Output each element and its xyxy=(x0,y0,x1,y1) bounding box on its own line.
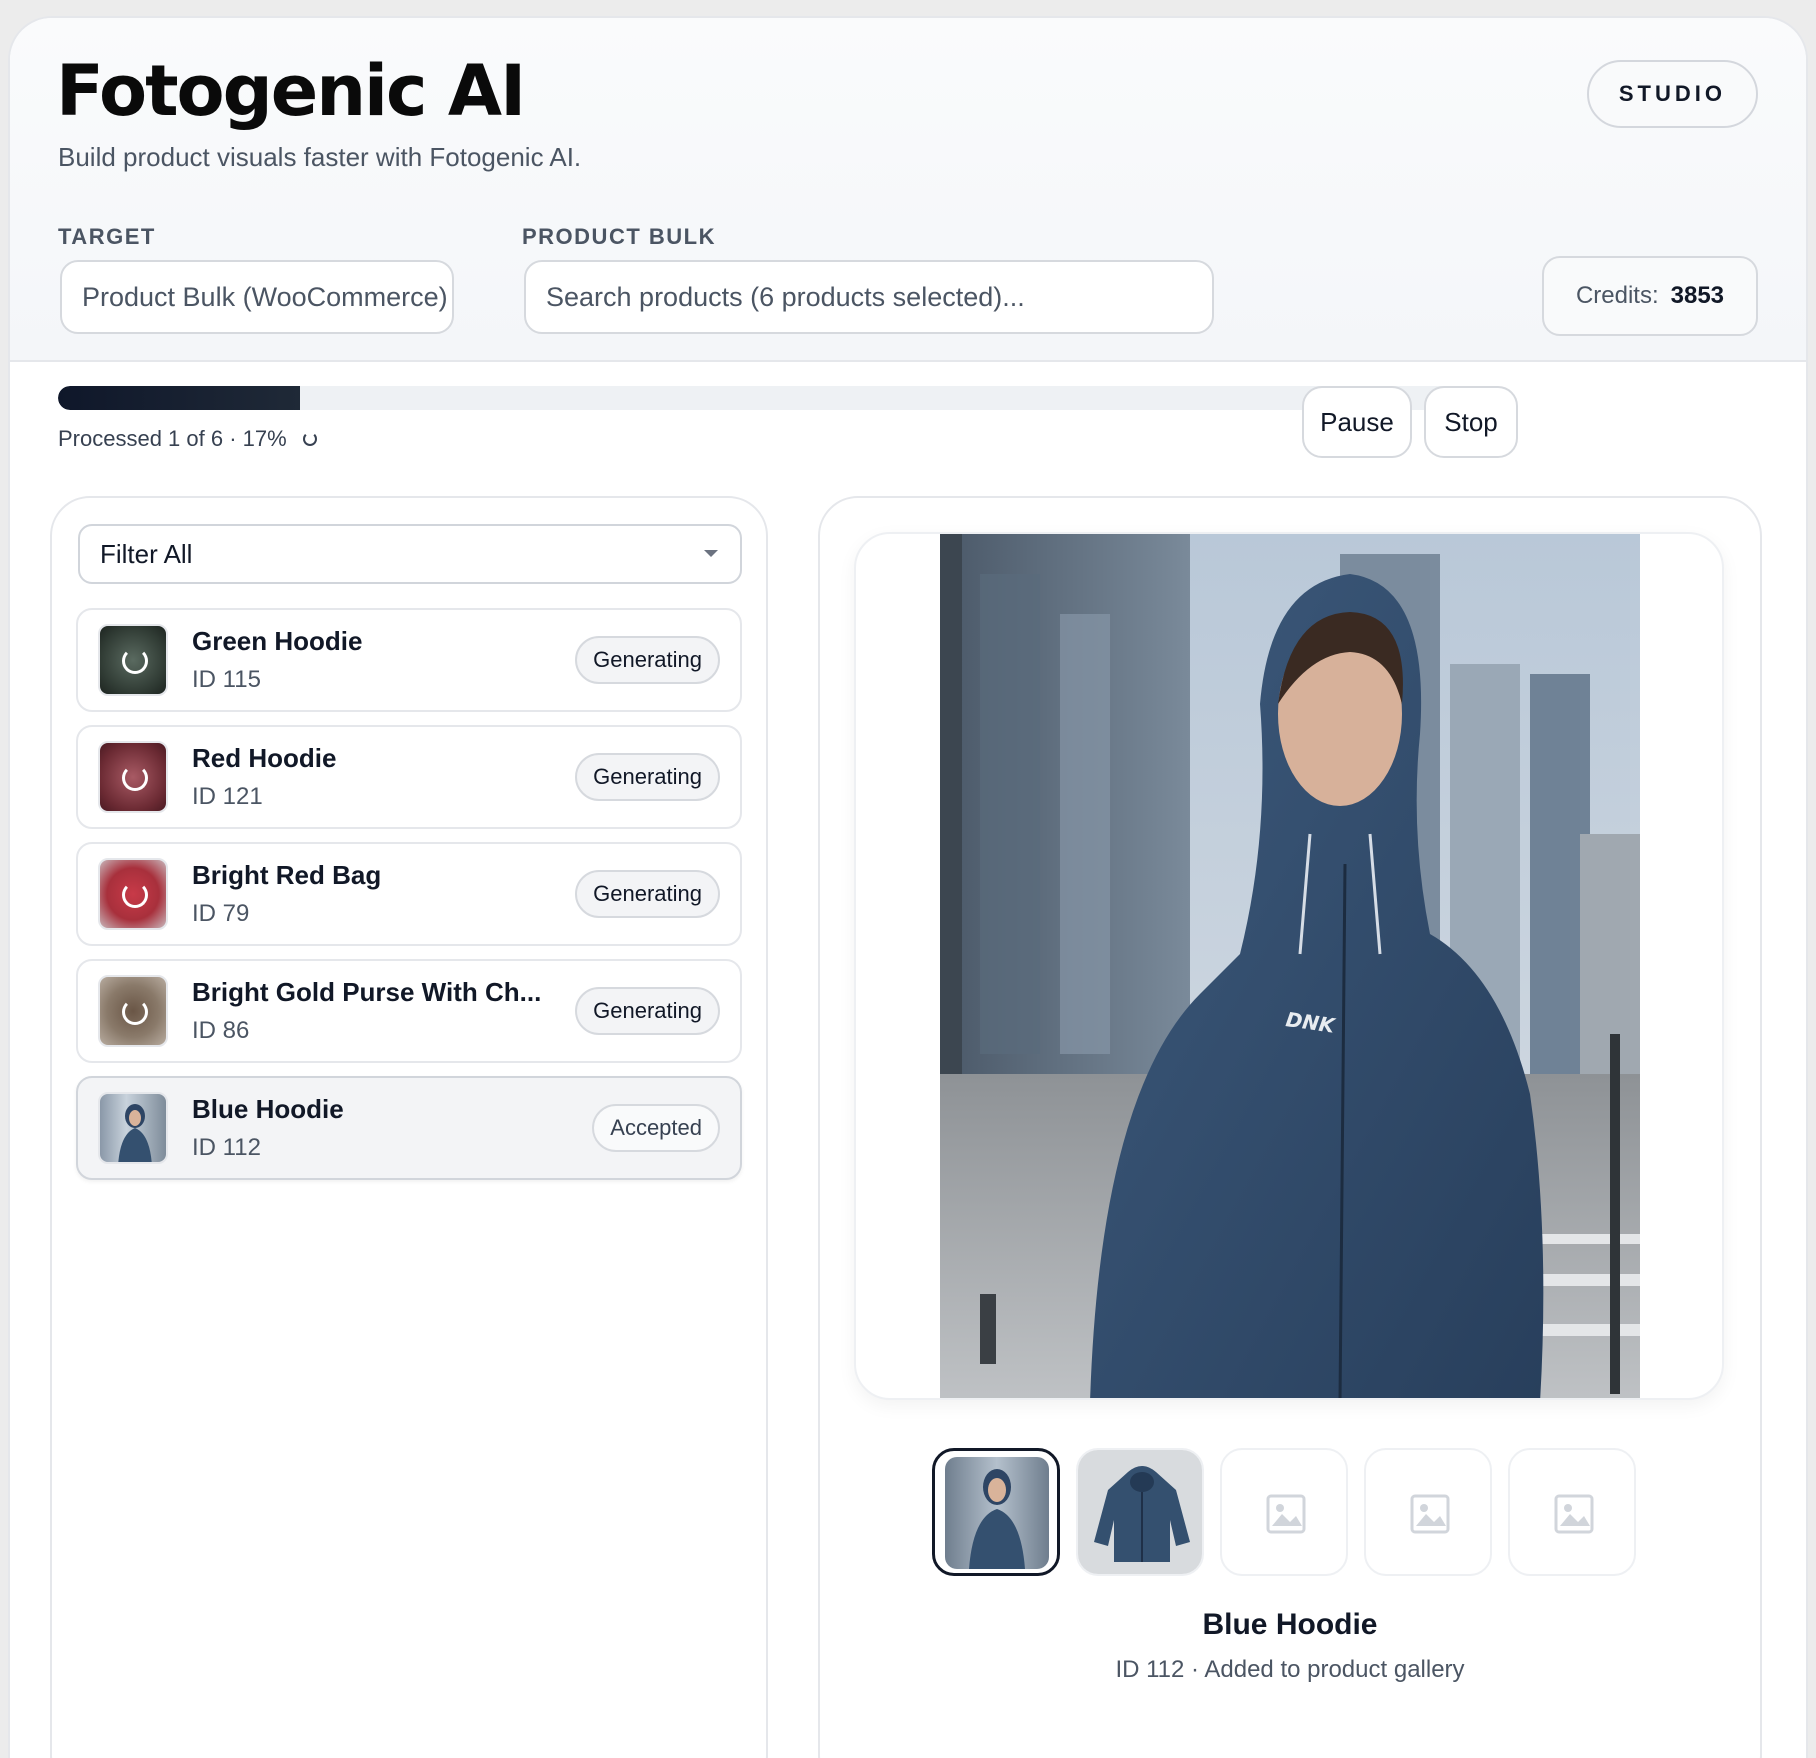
gallery-thumbnail-empty[interactable] xyxy=(1508,1448,1636,1576)
loading-spinner-icon xyxy=(122,999,148,1025)
studio-mode-button[interactable]: STUDIO xyxy=(1586,60,1758,128)
hoodie-model-image xyxy=(969,1469,1025,1569)
status-badge: Generating xyxy=(575,987,720,1035)
progress-status: Processed 1 of 6 · 17% xyxy=(58,426,317,452)
target-value: Product Bulk (WooCommerce) xyxy=(82,281,448,312)
gallery-thumbnail-empty[interactable] xyxy=(1364,1448,1492,1576)
product-id: ID 115 xyxy=(192,666,261,693)
target-select[interactable]: Product Bulk (WooCommerce) xyxy=(60,260,454,334)
product-item[interactable]: Red Hoodie ID 121 Generating xyxy=(76,725,742,829)
credits-label: Credits: xyxy=(1575,282,1659,309)
status-badge: Generating xyxy=(575,870,720,918)
detail-product-subtitle: ID 112 · Added to product gallery xyxy=(1115,1656,1465,1683)
hoodie-model-image xyxy=(118,1104,152,1162)
product-item-selected[interactable]: Blue Hoodie ID 112 Accepted xyxy=(76,1076,742,1180)
gallery-thumbnail[interactable] xyxy=(1076,1448,1204,1576)
app-logo: Fotogenic AI xyxy=(56,50,526,132)
product-name: Blue Hoodie xyxy=(192,1094,344,1124)
product-search-placeholder: Search products (6 products selected)... xyxy=(546,281,1025,312)
tagline: Build product visuals faster with Fotoge… xyxy=(58,142,582,172)
caret-down-icon xyxy=(704,550,718,557)
pause-button[interactable]: Pause xyxy=(1302,386,1412,458)
loading-spinner-icon xyxy=(302,432,317,446)
gallery-thumbnail-image xyxy=(1078,1450,1202,1574)
credits-display: Credits: 3853 xyxy=(1542,256,1758,336)
gallery-thumbnail-empty[interactable] xyxy=(1220,1448,1348,1576)
product-search-input[interactable]: Search products (6 products selected)... xyxy=(524,260,1214,334)
detail-product-name: Blue Hoodie xyxy=(1202,1608,1378,1641)
product-thumbnail xyxy=(98,741,168,813)
hoodie-flatlay-image xyxy=(1094,1466,1190,1562)
product-bulk-label: PRODUCT BULK xyxy=(522,224,716,249)
product-list-panel: Filter All Green Hoodie ID 115 Generatin… xyxy=(50,496,768,1758)
loading-spinner-icon xyxy=(122,648,148,674)
product-name: Red Hoodie xyxy=(192,743,337,773)
gallery-thumbnail-image xyxy=(945,1457,1049,1569)
product-item[interactable]: Green Hoodie ID 115 Generating xyxy=(76,608,742,712)
product-id: ID 79 xyxy=(192,900,250,927)
product-thumbnail xyxy=(98,858,168,930)
product-thumbnail xyxy=(98,975,168,1047)
product-id: ID 112 xyxy=(192,1134,261,1161)
image-preview: DNK xyxy=(854,532,1724,1400)
progress-bar xyxy=(58,386,1484,410)
stop-button[interactable]: Stop xyxy=(1424,386,1518,458)
preview-panel: DNK Blue Hoodie ID 112 · Added to produc… xyxy=(818,496,1762,1758)
product-id: ID 86 xyxy=(192,1017,250,1044)
product-name: Bright Red Bag xyxy=(192,860,382,890)
status-badge: Generating xyxy=(575,753,720,801)
product-id: ID 121 xyxy=(192,783,263,810)
loading-spinner-icon xyxy=(122,882,148,908)
product-item[interactable]: Bright Red Bag ID 79 Generating xyxy=(76,842,742,946)
status-badge: Generating xyxy=(575,636,720,684)
image-placeholder-icon xyxy=(1266,1494,1306,1534)
product-thumbnail xyxy=(98,1092,168,1164)
status-badge: Accepted xyxy=(592,1104,720,1152)
progress-fill xyxy=(58,386,301,410)
app-window: Fotogenic AI Build product visuals faste… xyxy=(8,16,1808,1758)
image-placeholder-icon xyxy=(1410,1494,1450,1534)
target-label: TARGET xyxy=(58,224,156,249)
gallery-thumbnail[interactable] xyxy=(932,1448,1060,1576)
product-name: Bright Gold Purse With Ch... xyxy=(192,977,542,1007)
header: Fotogenic AI Build product visuals faste… xyxy=(10,18,1806,362)
hoodie-model-image: DNK xyxy=(940,534,1640,1398)
product-thumbnail xyxy=(98,624,168,696)
product-name: Green Hoodie xyxy=(192,626,363,656)
generated-photo[interactable]: DNK xyxy=(940,534,1640,1398)
credits-value: 3853 xyxy=(1670,282,1725,309)
filter-value: Filter All xyxy=(100,538,193,569)
product-item[interactable]: Bright Gold Purse With Ch... ID 86 Gener… xyxy=(76,959,742,1063)
loading-spinner-icon xyxy=(122,765,148,791)
progress-text: Processed 1 of 6 · 17% xyxy=(58,426,287,451)
image-placeholder-icon xyxy=(1554,1494,1594,1534)
filter-select[interactable]: Filter All xyxy=(78,524,742,584)
